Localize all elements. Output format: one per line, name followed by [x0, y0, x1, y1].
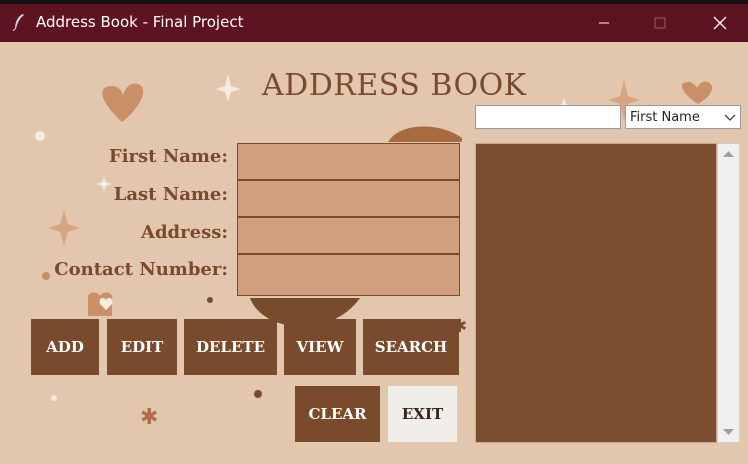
blob-decoration [388, 126, 462, 142]
clear-button[interactable]: CLEAR [295, 386, 380, 442]
add-button[interactable]: ADD [31, 319, 99, 375]
window-title: Address Book - Final Project [36, 13, 244, 31]
app-window: Address Book - Final Project ✱ ✱ ADDRESS… [0, 0, 748, 464]
address-input[interactable] [237, 217, 460, 254]
minimize-button[interactable] [580, 4, 628, 42]
dot-decoration [254, 390, 262, 398]
view-button[interactable]: VIEW [284, 319, 356, 375]
chevron-down-icon [724, 114, 736, 121]
flower-decoration [35, 131, 45, 141]
last-name-input[interactable] [237, 180, 460, 217]
first-name-label: First Name: [108, 146, 228, 167]
maximize-icon [654, 17, 666, 29]
title-bar: Address Book - Final Project [0, 4, 748, 42]
feather-icon [12, 14, 24, 31]
page-title: ADDRESS BOOK [262, 68, 527, 103]
search-field-selected: First Name [630, 110, 700, 125]
maximize-button[interactable] [636, 4, 684, 42]
dot-decoration [51, 395, 57, 401]
sparkle-decoration [96, 176, 112, 192]
dot-decoration [207, 297, 213, 303]
delete-button[interactable]: DELETE [184, 319, 277, 375]
star-decoration: ✱ [140, 405, 158, 430]
first-name-input[interactable] [237, 143, 460, 180]
close-button[interactable] [696, 4, 744, 42]
close-icon [713, 16, 727, 30]
minimize-icon [599, 22, 609, 24]
search-field-select[interactable]: First Name [625, 105, 741, 129]
results-scrollbar[interactable] [717, 143, 740, 443]
contact-number-label: Contact Number: [54, 259, 228, 280]
dot-decoration [42, 272, 50, 280]
exit-button[interactable]: EXIT [388, 386, 457, 442]
last-name-label: Last Name: [113, 184, 228, 205]
search-input[interactable] [475, 105, 621, 129]
sparkle-decoration [216, 74, 240, 102]
scroll-up-icon[interactable] [723, 150, 734, 158]
address-label: Address: [141, 222, 228, 243]
search-button[interactable]: SEARCH [363, 319, 459, 375]
heart-decoration [682, 81, 713, 104]
contact-number-input[interactable] [237, 254, 460, 296]
edit-button[interactable]: EDIT [107, 319, 177, 375]
results-listbox[interactable] [475, 143, 717, 443]
heart-decoration [102, 83, 144, 122]
sparkle-decoration [48, 210, 80, 246]
scroll-down-icon[interactable] [723, 428, 734, 436]
